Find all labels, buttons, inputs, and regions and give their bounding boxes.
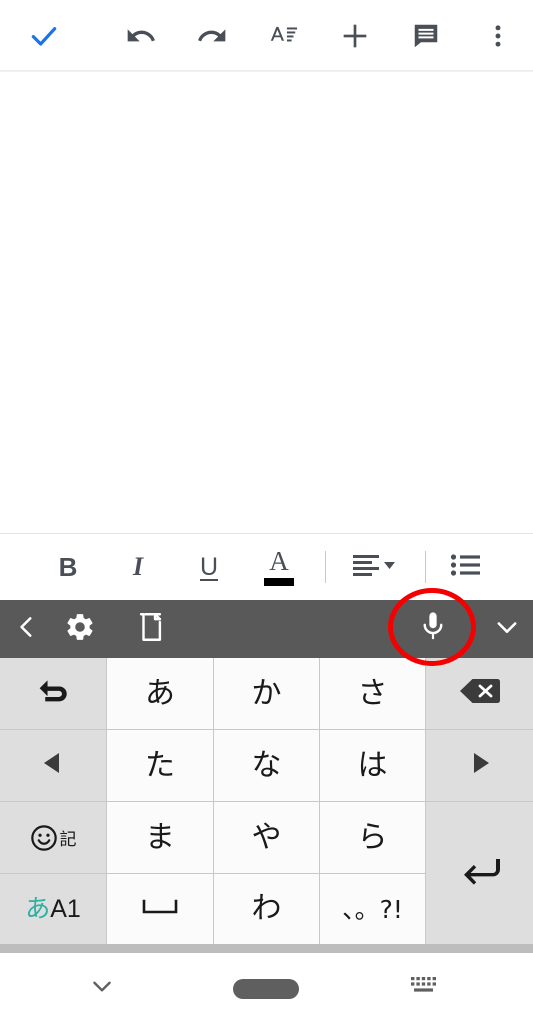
key-na-row[interactable]: な <box>214 730 320 802</box>
key-wa-row[interactable]: わ <box>214 874 320 944</box>
android-navigation-bar <box>0 953 533 1024</box>
format-divider-2 <box>425 551 426 583</box>
ime-back-button[interactable] <box>4 600 50 658</box>
nav-hide-keyboard-button[interactable] <box>62 953 142 1024</box>
text-color-letter: A <box>269 546 289 576</box>
bulleted-list-button[interactable] <box>438 534 494 600</box>
clipboard-history-icon <box>136 610 168 649</box>
key-label: た <box>145 747 175 783</box>
key-label: か <box>251 675 282 711</box>
document-canvas[interactable] <box>0 73 533 533</box>
key-ta-row[interactable]: た <box>107 730 214 802</box>
key-label: あ <box>145 675 175 711</box>
chevron-down-icon <box>493 613 521 646</box>
screen: B I U A あ か さ た な は 記 ま や ら あ A1 わ 、。?! <box>0 0 533 1024</box>
key-label: は <box>357 747 388 783</box>
key-punctuation[interactable]: 、。?! <box>320 874 426 944</box>
align-button[interactable] <box>342 534 406 600</box>
format-toolbar: B I U A <box>0 533 533 600</box>
underline-icon: U <box>199 552 219 581</box>
undo-arrow-icon <box>33 674 73 713</box>
key-cursor-right[interactable] <box>426 730 533 802</box>
nav-home-button[interactable] <box>226 953 306 1024</box>
plus-icon <box>339 20 371 52</box>
more-options-button[interactable] <box>470 0 526 72</box>
format-divider-1 <box>325 551 326 583</box>
bulleted-list-icon <box>450 552 482 583</box>
italic-icon: I <box>132 552 144 581</box>
ime-voice-input-button[interactable] <box>407 600 459 658</box>
document-page[interactable] <box>0 73 533 533</box>
ime-settings-button[interactable] <box>54 600 106 658</box>
keyboard-icon <box>410 975 440 1002</box>
bold-button[interactable]: B <box>40 534 96 600</box>
symbols-label: 記 <box>59 830 77 850</box>
ime-toolbar <box>0 600 533 658</box>
format-text-icon <box>268 20 300 52</box>
key-undo[interactable] <box>0 658 107 730</box>
keyboard-bottom-gap <box>0 944 533 953</box>
gear-icon <box>64 611 96 648</box>
key-ma-row[interactable]: ま <box>107 802 214 874</box>
enter-icon <box>458 855 502 892</box>
key-a-row[interactable]: あ <box>107 658 214 730</box>
key-cursor-left[interactable] <box>0 730 107 802</box>
text-color-icon: A <box>264 548 294 586</box>
key-label: な <box>251 747 282 783</box>
overflow-menu-icon <box>484 22 512 50</box>
key-label: ま <box>145 819 175 855</box>
accept-check-button[interactable] <box>16 0 72 72</box>
redo-button[interactable] <box>184 0 240 72</box>
text-color-button[interactable]: A <box>251 534 307 600</box>
key-space[interactable] <box>107 874 214 944</box>
key-input-mode[interactable]: あ A1 <box>0 874 107 944</box>
japanese-flick-keyboard: あ か さ た な は 記 ま や ら あ A1 わ 、。?! <box>0 658 533 944</box>
underline-button[interactable]: U <box>181 534 237 600</box>
key-enter[interactable] <box>426 802 533 944</box>
input-mode-latin: A1 <box>50 895 81 923</box>
key-label: さ <box>357 675 388 711</box>
text-color-swatch <box>264 578 294 586</box>
redo-icon <box>196 20 228 52</box>
key-ra-row[interactable]: ら <box>320 802 426 874</box>
key-label: ら <box>357 819 388 855</box>
key-label: わ <box>251 891 282 926</box>
key-label: 、。?! <box>342 894 403 924</box>
space-icon <box>141 897 179 922</box>
arrow-left-icon <box>41 750 65 781</box>
backspace-icon <box>459 676 501 711</box>
chevron-down-icon <box>89 973 115 1004</box>
undo-button[interactable] <box>113 0 169 72</box>
input-mode-label: あ A1 <box>25 896 81 922</box>
input-mode-kana: あ <box>25 894 51 923</box>
insert-button[interactable] <box>327 0 383 72</box>
emoji-icon: 記 <box>30 824 77 852</box>
key-sa-row[interactable]: さ <box>320 658 426 730</box>
key-emoji-symbols[interactable]: 記 <box>0 802 107 874</box>
align-left-dropdown-icon <box>351 552 397 583</box>
chevron-left-icon <box>14 612 40 647</box>
comment-icon <box>411 21 441 51</box>
format-button[interactable] <box>256 0 312 72</box>
home-pill-icon <box>233 978 299 999</box>
arrow-right-icon <box>468 750 492 781</box>
nav-switch-keyboard-button[interactable] <box>385 953 465 1024</box>
italic-button[interactable]: I <box>110 534 166 600</box>
key-ha-row[interactable]: は <box>320 730 426 802</box>
comment-button[interactable] <box>398 0 454 72</box>
key-label: や <box>251 819 282 855</box>
top-toolbar <box>0 0 533 72</box>
key-backspace[interactable] <box>426 658 533 730</box>
key-ya-row[interactable]: や <box>214 802 320 874</box>
ime-expand-button[interactable] <box>484 600 530 658</box>
bold-icon: B <box>58 552 78 582</box>
undo-icon <box>125 20 157 52</box>
ime-clipboard-button[interactable] <box>125 600 179 658</box>
key-ka-row[interactable]: か <box>214 658 320 730</box>
microphone-icon <box>418 610 448 649</box>
check-icon <box>28 20 60 52</box>
